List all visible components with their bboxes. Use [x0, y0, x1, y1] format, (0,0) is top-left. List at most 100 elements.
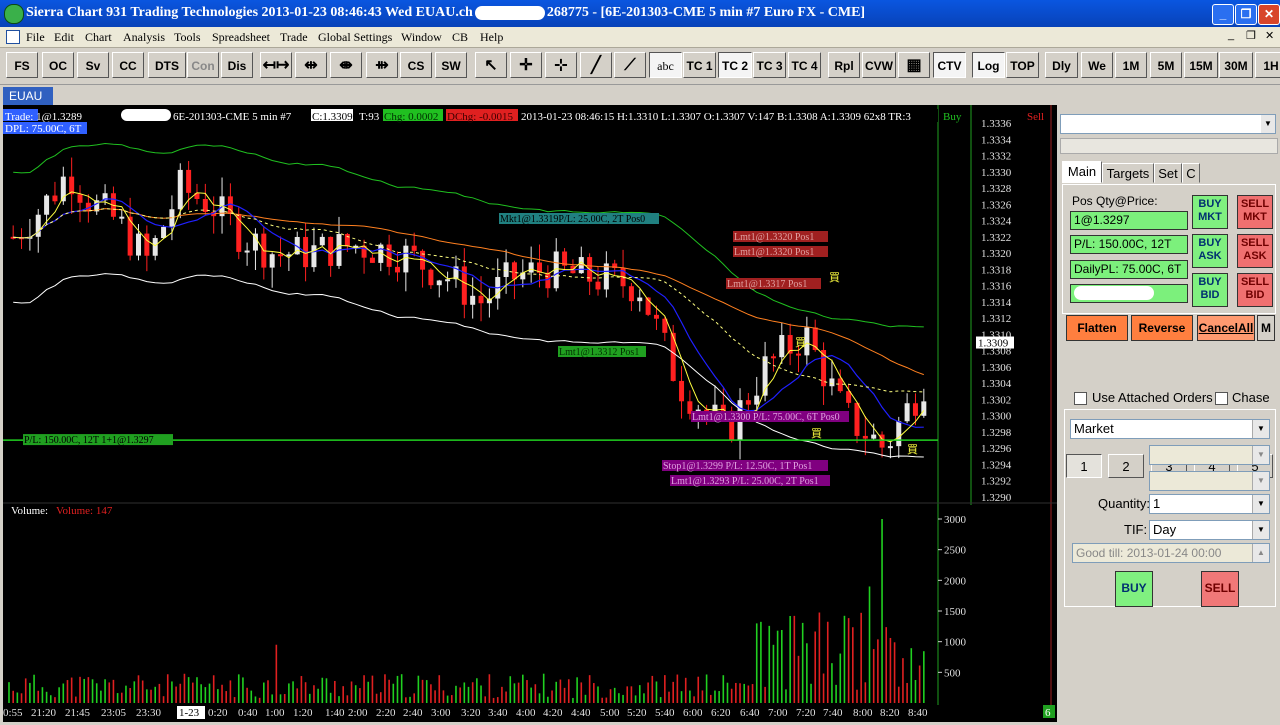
- close-button[interactable]: ✕: [1258, 4, 1280, 25]
- toolbar-button-1m[interactable]: 1M: [1115, 52, 1147, 78]
- zoom-out-icon[interactable]: ⇻: [366, 52, 398, 78]
- toolbar-button-cs[interactable]: CS: [400, 52, 432, 78]
- sell-button[interactable]: SELL: [1201, 571, 1239, 607]
- toolbar-button-tc4[interactable]: TC 4: [788, 52, 821, 78]
- ray-tool-icon[interactable]: ⟋: [614, 52, 646, 78]
- chase-checkbox[interactable]: [1215, 392, 1228, 405]
- menu-analysis[interactable]: Analysis: [123, 30, 165, 45]
- toolbar-button-tc2[interactable]: TC 2: [718, 52, 752, 78]
- quantity-field[interactable]: 1 ▼: [1149, 494, 1270, 514]
- menu-window[interactable]: Window: [401, 30, 442, 45]
- trade-label: Trade: 1@1.3289: [5, 111, 82, 123]
- toolbar-button-con[interactable]: Con: [187, 52, 219, 78]
- panel-tab-targets[interactable]: Targets: [1102, 163, 1154, 183]
- chevron-down-icon[interactable]: ▼: [1261, 115, 1275, 133]
- toolbar-button-tc3[interactable]: TC 3: [753, 52, 786, 78]
- price1-field: ▼: [1149, 445, 1270, 465]
- line-tool-icon[interactable]: ╱: [580, 52, 612, 78]
- toolbar-button-dly[interactable]: Dly: [1045, 52, 1078, 78]
- candle-body: [161, 226, 167, 239]
- price-tick: 1.3320: [981, 248, 1012, 260]
- toolbar-button-we[interactable]: We: [1081, 52, 1113, 78]
- menu-spreadsheet[interactable]: Spreadsheet: [212, 30, 270, 45]
- pointer-icon[interactable]: ↖: [475, 52, 507, 78]
- chart-tab-euau[interactable]: EUAU: [3, 87, 53, 105]
- reverse-button[interactable]: Reverse: [1131, 315, 1193, 341]
- maximize-button[interactable]: ❐: [1235, 4, 1257, 25]
- crosshair-icon[interactable]: ✛: [510, 52, 542, 78]
- toolbar-button-tc1[interactable]: TC 1: [683, 52, 716, 78]
- grid-icon[interactable]: ▦: [898, 52, 930, 78]
- cancel-all-button[interactable]: CancelAll: [1197, 315, 1255, 341]
- minimize-button[interactable]: _: [1212, 4, 1234, 25]
- candle-body: [603, 263, 609, 290]
- toolbar-button-rpl[interactable]: Rpl: [828, 52, 860, 78]
- price-tick: 1.3312: [981, 313, 1011, 325]
- dpl-label: DPL: 75.00C, 6T: [5, 123, 82, 135]
- app-globe-icon[interactable]: [4, 4, 24, 24]
- buy-button[interactable]: BUY: [1115, 571, 1153, 607]
- toolbar-button-dis[interactable]: Dis: [221, 52, 253, 78]
- zoom-in-icon[interactable]: ⇼: [330, 52, 362, 78]
- candle-body: [269, 254, 275, 268]
- cross-icon[interactable]: ⊹: [545, 52, 577, 78]
- account-select[interactable]: ▼: [1060, 114, 1276, 134]
- chevron-down-icon: ▼: [1252, 446, 1269, 464]
- buy-bid-button[interactable]: BUY BID: [1192, 273, 1228, 307]
- time-axis-label: 4:00: [516, 707, 536, 719]
- buy-mkt-button[interactable]: BUY MKT: [1192, 195, 1228, 229]
- document-icon[interactable]: [6, 30, 20, 44]
- buy-ask-button[interactable]: BUY ASK: [1192, 234, 1228, 268]
- menu-help[interactable]: Help: [480, 30, 503, 45]
- toolbar-button-abc[interactable]: abc: [649, 52, 682, 78]
- flatten-button[interactable]: Flatten: [1066, 315, 1128, 341]
- tif-select[interactable]: Day ▼: [1149, 520, 1270, 540]
- menu-edit[interactable]: Edit: [54, 30, 74, 45]
- chart-area[interactable]: 1.3336 1.3334 1.3332 1.3330 1.3328 1.3326 1.33…: [3, 105, 1057, 722]
- toolbar-button-oc[interactable]: OC: [42, 52, 74, 78]
- use-attached-checkbox[interactable]: [1074, 392, 1087, 405]
- panel-tab-c[interactable]: C: [1182, 163, 1200, 183]
- ticks-label: T:93: [359, 111, 380, 123]
- toolbar-button-top[interactable]: TOP: [1006, 52, 1039, 78]
- toolbar-button-sw[interactable]: SW: [435, 52, 467, 78]
- mdi-close-icon[interactable]: ✕: [1265, 29, 1274, 42]
- menu-chart[interactable]: Chart: [85, 30, 112, 45]
- sell-mkt-button[interactable]: SELL MKT: [1237, 195, 1273, 229]
- buy-marker: 買: [811, 427, 822, 440]
- time-axis-label: 4:40: [571, 707, 591, 719]
- time-axis-label: 0:55: [3, 707, 23, 719]
- menu-trade[interactable]: Trade: [280, 30, 308, 45]
- price-tick: 1.3300: [981, 411, 1012, 423]
- toolbar-button-1h[interactable]: 1H: [1255, 52, 1280, 78]
- bar-spacing-icon[interactable]: ↤↦: [260, 52, 292, 78]
- price-chart[interactable]: 1.3336 1.3334 1.3332 1.3330 1.3328 1.3326 1.33…: [3, 105, 1057, 722]
- toolbar-button-sv[interactable]: Sv: [77, 52, 109, 78]
- sell-bid-button[interactable]: SELL BID: [1237, 273, 1273, 307]
- menu-file[interactable]: File: [26, 30, 45, 45]
- panel-tab-set[interactable]: Set: [1154, 163, 1182, 183]
- toolbar-button-15m[interactable]: 15M: [1184, 52, 1218, 78]
- menu-tools[interactable]: Tools: [174, 30, 201, 45]
- toolbar-button-fs[interactable]: FS: [6, 52, 38, 78]
- toolbar-button-cvw[interactable]: CVW: [862, 52, 896, 78]
- order-type-select[interactable]: Market ▼: [1070, 419, 1270, 439]
- panel-tab-main[interactable]: Main: [1062, 161, 1102, 183]
- toolbar-button-30m[interactable]: 30M: [1219, 52, 1253, 78]
- price-tick: 1.3316: [981, 281, 1012, 293]
- m-button[interactable]: M: [1257, 315, 1275, 341]
- mkt-order-tag: Mkt1@1.3319P/L: 25.00C, 2T Pos0: [500, 214, 645, 225]
- toolbar-button-log[interactable]: Log: [972, 52, 1005, 78]
- toolbar-button-cc[interactable]: CC: [112, 52, 144, 78]
- sell-ask-button[interactable]: SELL ASK: [1237, 234, 1273, 268]
- mdi-minimize-icon[interactable]: _: [1228, 29, 1234, 41]
- menu-cb[interactable]: CB: [452, 30, 468, 45]
- toolbar-button-ctv[interactable]: CTV: [933, 52, 966, 78]
- menu-global-settings[interactable]: Global Settings: [318, 30, 392, 45]
- mdi-restore-icon[interactable]: ❐: [1246, 29, 1256, 42]
- candle-body: [653, 314, 659, 319]
- toolbar-button-dts[interactable]: DTS: [148, 52, 186, 78]
- bar-spacing-wide-icon[interactable]: ⇹: [295, 52, 327, 78]
- toolbar-button-5m[interactable]: 5M: [1150, 52, 1182, 78]
- candle-body: [837, 378, 843, 392]
